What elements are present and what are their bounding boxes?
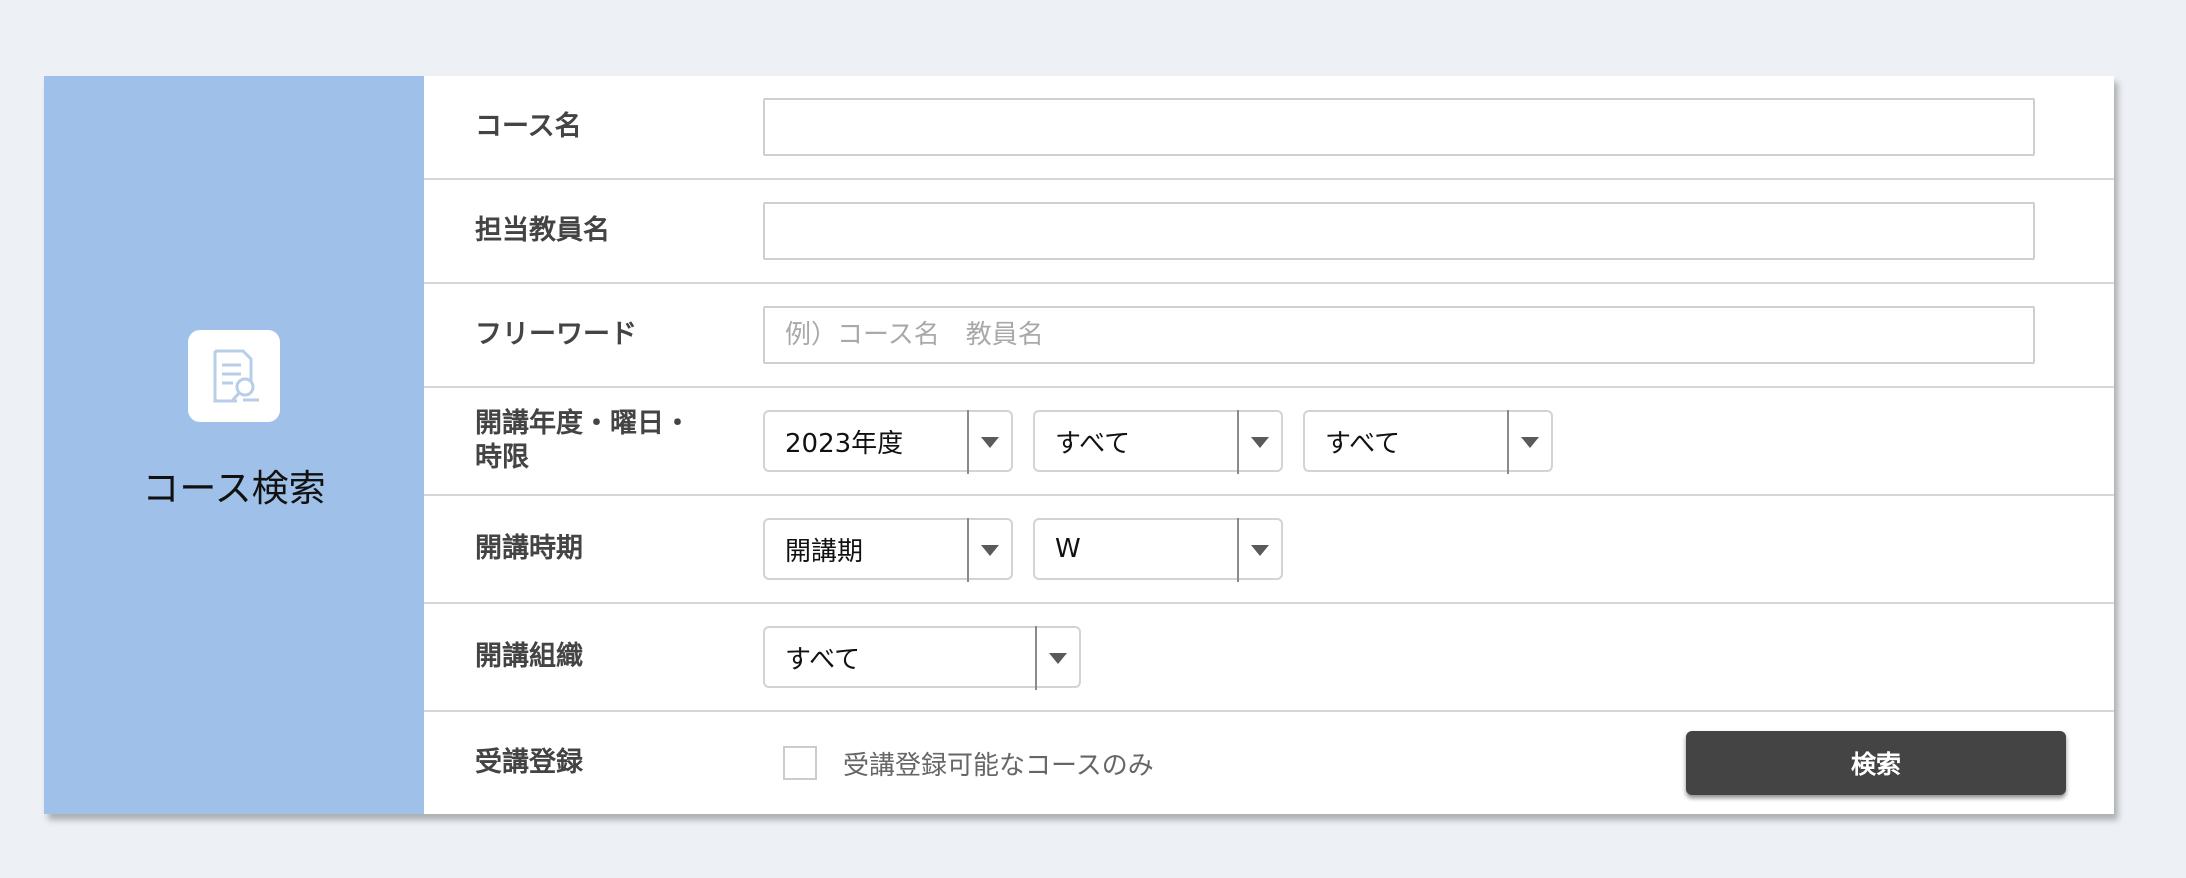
chevron-down-icon xyxy=(1237,410,1281,474)
search-form: コース名 担当教員名 フリーワード 開講年度・曜日・時限 2023年度 すべて … xyxy=(424,76,2114,814)
year-select[interactable]: 2023年度 xyxy=(763,410,1013,474)
search-button[interactable]: 検索 xyxy=(1686,731,2066,795)
year-day-period-label: 開講年度・曜日・時限 xyxy=(475,408,691,473)
term-type-select[interactable]: 開講期 xyxy=(763,518,1013,582)
organization-label: 開講組織 xyxy=(475,641,583,672)
row-course-name: コース名 xyxy=(424,76,2114,180)
term-label: 開講時期 xyxy=(475,533,583,564)
year-select-value: 2023年度 xyxy=(785,428,904,459)
chevron-down-icon xyxy=(1035,626,1079,690)
row-term: 開講時期 開講期 W xyxy=(424,496,2114,604)
row-registration: 受講登録 受講登録可能なコースのみ 検索 xyxy=(424,712,2114,814)
row-free-word: フリーワード xyxy=(424,284,2114,388)
free-word-label: フリーワード xyxy=(475,319,637,350)
registrable-only-label[interactable]: 受講登録可能なコースのみ xyxy=(843,745,1154,782)
organization-select[interactable]: すべて xyxy=(763,626,1081,690)
teacher-name-label: 担当教員名 xyxy=(475,215,610,246)
registrable-only-checkbox[interactable] xyxy=(783,746,817,780)
free-word-input[interactable] xyxy=(763,306,2035,364)
term-value-select[interactable]: W xyxy=(1033,518,1283,582)
period-select-value: すべて xyxy=(1325,428,1401,459)
chevron-down-icon xyxy=(967,518,1011,582)
sidebar: コース検索 xyxy=(44,76,424,814)
day-select-value: すべて xyxy=(1055,428,1131,459)
registration-label: 受講登録 xyxy=(475,747,583,778)
day-select[interactable]: すべて xyxy=(1033,410,1283,474)
course-search-panel: コース検索 コース名 担当教員名 フリーワード 開講年度・曜日・時限 2023年… xyxy=(44,76,2114,814)
chevron-down-icon xyxy=(1237,518,1281,582)
organization-select-value: すべて xyxy=(785,644,861,675)
chevron-down-icon xyxy=(967,410,1011,474)
page-title: コース検索 xyxy=(142,467,326,510)
row-organization: 開講組織 すべて xyxy=(424,604,2114,712)
course-name-input[interactable] xyxy=(763,98,2035,156)
term-type-select-value: 開講期 xyxy=(785,536,864,567)
chevron-down-icon xyxy=(1507,410,1551,474)
row-teacher-name: 担当教員名 xyxy=(424,180,2114,284)
teacher-name-input[interactable] xyxy=(763,202,2035,260)
period-select[interactable]: すべて xyxy=(1303,410,1553,474)
term-value-select-value: W xyxy=(1055,534,1081,564)
document-search-icon xyxy=(188,330,280,422)
row-year-day-period: 開講年度・曜日・時限 2023年度 すべて すべて xyxy=(424,388,2114,496)
registration-controls: 受講登録可能なコースのみ 検索 xyxy=(763,731,2114,795)
course-name-label: コース名 xyxy=(475,111,582,142)
